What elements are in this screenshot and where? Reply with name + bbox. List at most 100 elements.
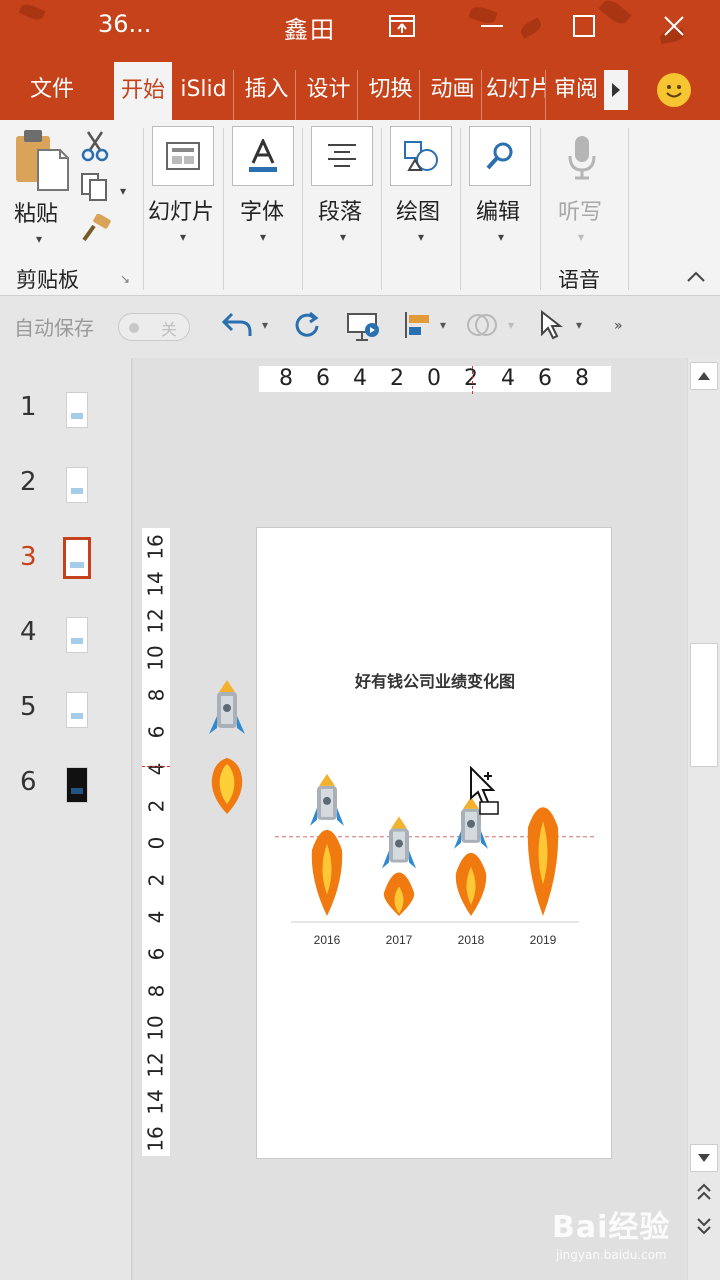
undo-button[interactable] <box>220 310 254 340</box>
previous-slide-button[interactable] <box>692 1180 716 1204</box>
slides-dropdown-icon[interactable]: ▾ <box>180 230 186 244</box>
editing-dropdown-icon[interactable]: ▾ <box>498 230 504 244</box>
ruler-tick-text: 12 <box>144 1052 169 1078</box>
ribbon-display-button[interactable] <box>382 6 422 46</box>
paste-icon <box>16 130 69 191</box>
ruler-tick-label: 8 <box>575 366 589 391</box>
slides-button[interactable] <box>152 126 214 186</box>
repeat-icon <box>295 311 319 337</box>
scroll-down-button[interactable] <box>690 1144 718 1172</box>
ruler-tick-label: 6 <box>144 715 168 749</box>
ruler-tick-label: 12 <box>144 604 168 638</box>
ruler-tick-label: 14 <box>144 567 168 601</box>
ruler-tick-text: 16 <box>144 1126 169 1152</box>
drawing-button[interactable] <box>390 126 452 186</box>
scrollbar-thumb[interactable] <box>690 643 718 767</box>
presentation-icon <box>347 313 379 341</box>
next-slide-button[interactable] <box>692 1214 716 1238</box>
ruler-tick-label: 10 <box>144 641 168 675</box>
paragraph-dropdown-icon[interactable]: ▾ <box>340 230 346 244</box>
paste-dropdown-icon[interactable]: ▾ <box>36 232 42 246</box>
tab-scroll-right-button[interactable] <box>604 70 628 110</box>
feedback-smiley-icon[interactable] <box>657 73 691 107</box>
ruler-tick-text: 2 <box>143 873 168 887</box>
vertical-scrollbar[interactable] <box>688 358 720 1280</box>
x-tick-label: 2018 <box>458 933 485 947</box>
align-button[interactable] <box>402 310 434 340</box>
rocket-icon[interactable] <box>207 678 247 744</box>
slideshow-from-start-button[interactable] <box>346 310 382 342</box>
tab-islide[interactable]: iSlid <box>174 70 234 120</box>
slide-number: 5 <box>20 692 37 722</box>
maximize-button[interactable] <box>564 6 604 46</box>
editing-button[interactable] <box>469 126 531 186</box>
toggle-knob <box>129 323 139 333</box>
slide-thumbnail[interactable] <box>66 617 88 653</box>
ruler-tick-label: 6 <box>316 366 330 391</box>
watermark-logo: Bai经验 <box>552 1210 671 1245</box>
ruler-tick-text: 10 <box>144 1015 169 1041</box>
copy-dropdown-icon[interactable]: ▾ <box>120 184 126 198</box>
maximize-icon <box>573 15 595 37</box>
merge-dropdown-icon[interactable]: ▾ <box>508 318 514 332</box>
font-dropdown-icon[interactable]: ▾ <box>260 230 266 244</box>
current-slide[interactable]: 好有钱公司业绩变化图 2016 2017 2018 2019 <box>256 527 612 1159</box>
flame-icon[interactable] <box>208 756 246 820</box>
redo-button[interactable] <box>292 310 322 340</box>
minimize-button[interactable] <box>472 6 512 46</box>
tab-review[interactable]: 审阅 <box>550 70 602 120</box>
tab-slideshow[interactable]: 幻灯片 <box>486 70 546 120</box>
drawing-label: 绘图 <box>396 200 441 225</box>
tab-home[interactable]: 开始 <box>114 62 172 120</box>
slide-thumbnail[interactable] <box>66 692 88 728</box>
slide-thumbnail[interactable] <box>66 392 88 428</box>
scroll-up-button[interactable] <box>690 362 718 390</box>
ribbon-separator <box>628 128 629 290</box>
tab-animations[interactable]: 动画 <box>424 70 482 120</box>
undo-dropdown-icon[interactable]: ▾ <box>262 318 268 332</box>
drawing-dropdown-icon[interactable]: ▾ <box>418 230 424 244</box>
slide-thumbnail[interactable] <box>63 537 91 579</box>
slide-thumbnail[interactable] <box>66 467 88 503</box>
paste-button[interactable] <box>14 128 72 196</box>
tab-design[interactable]: 设计 <box>300 70 358 120</box>
paragraph-button[interactable] <box>311 126 373 186</box>
cursor-arrow-icon <box>541 310 563 340</box>
ruler-tick-label: 12 <box>144 1048 168 1082</box>
more-commands-icon[interactable]: » <box>614 318 623 334</box>
ruler-tick-label: 16 <box>144 1122 168 1156</box>
clipboard-launcher-icon[interactable]: ↘ <box>120 272 130 286</box>
app-title: 36... <box>98 10 152 38</box>
dictate-button[interactable] <box>566 134 598 186</box>
tab-insert[interactable]: 插入 <box>238 70 296 120</box>
ruler-tick-text: 12 <box>144 608 169 634</box>
merge-shapes-button[interactable] <box>466 310 498 340</box>
rocket-fin-right <box>337 807 344 826</box>
select-dropdown-icon[interactable]: ▾ <box>576 318 582 332</box>
rocket-window <box>467 819 475 828</box>
copy-button[interactable] <box>80 172 110 206</box>
font-button[interactable] <box>232 126 294 186</box>
slide-number: 3 <box>20 542 37 572</box>
collapse-ribbon-button[interactable] <box>686 268 706 287</box>
autosave-toggle[interactable]: 关 <box>118 313 190 341</box>
format-painter-button[interactable] <box>80 213 112 248</box>
ruler-cursor-marker <box>472 366 473 394</box>
slide-thumbnail[interactable] <box>66 767 88 803</box>
watermark-url: jingyan.baidu.com <box>556 1248 667 1262</box>
rocket-nose <box>319 773 335 786</box>
select-button[interactable] <box>538 310 564 340</box>
align-dropdown-icon[interactable]: ▾ <box>440 318 446 332</box>
undo-icon <box>221 312 252 336</box>
close-button[interactable] <box>654 6 694 46</box>
ruler-tick-label: 2 <box>390 366 404 391</box>
ruler-tick-label: 4 <box>144 900 168 934</box>
rocket-shape <box>209 680 245 734</box>
tab-file[interactable]: 文件 <box>14 70 90 120</box>
slide-number: 2 <box>20 467 37 497</box>
clipboard-group-label: 剪贴板 <box>16 268 79 292</box>
dictate-dropdown-icon[interactable]: ▾ <box>578 230 584 244</box>
tab-transitions[interactable]: 切换 <box>362 70 420 120</box>
cut-button[interactable] <box>80 130 110 166</box>
autosave-label: 自动保存 <box>14 316 94 340</box>
